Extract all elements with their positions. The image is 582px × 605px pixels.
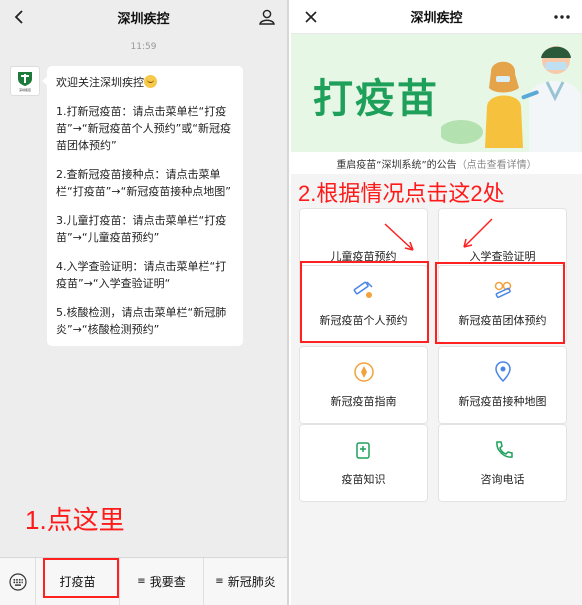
- notice-detail-link[interactable]: （点击查看详情）: [457, 156, 537, 171]
- vaccine-banner[interactable]: 打疫苗: [291, 34, 582, 152]
- highlight-box-group: [435, 262, 565, 344]
- menu-lines-icon: ≡: [215, 576, 224, 587]
- card-covid-map-label: 新冠疫苗接种地图: [458, 395, 547, 408]
- close-icon[interactable]: [301, 7, 321, 27]
- notice-text: 重启疫苗“深圳系统”的公告: [336, 159, 457, 171]
- menu-item-covid-label: 新冠肺炎: [227, 575, 276, 589]
- keyboard-toggle[interactable]: [0, 557, 36, 605]
- annotation-arrow-right: [463, 218, 493, 248]
- menu-lines-icon: ≡: [137, 576, 146, 587]
- profile-icon[interactable]: [257, 7, 277, 27]
- highlight-box-menu: [43, 558, 119, 598]
- more-icon[interactable]: [552, 7, 572, 27]
- notice-bar[interactable]: 重启疫苗“深圳系统”的公告 （点击查看详情）: [291, 152, 582, 174]
- chat-title: 深圳疾控: [117, 11, 170, 27]
- card-covid-guide-label: 新冠疫苗指南: [330, 395, 397, 408]
- message-para-5: 5.核酸检测，请点击菜单栏“新冠肺炎”→“核酸检测预约”: [56, 306, 227, 336]
- card-consult-phone-label: 咨询电话: [480, 473, 525, 486]
- smile-emoji-icon: [144, 75, 157, 88]
- message-para-2: 2.查新冠疫苗接种点：请点击菜单栏“打疫苗”→“新冠疫苗接种点地图”: [56, 168, 232, 198]
- card-covid-map[interactable]: 新冠疫苗接种地图: [438, 346, 567, 424]
- message-para-1: 1.打新冠疫苗：请点击菜单栏“打疫苗”→“新冠疫苗个人预约”或“新冠疫苗团体预约…: [56, 105, 232, 152]
- avatar-label: 深圳疾控: [18, 87, 31, 92]
- message-bubble: 欢迎关注深圳疾控 1.打新冠疫苗：请点击菜单栏“打疫苗”→“新冠疫苗个人预约”或…: [42, 66, 243, 346]
- menu-item-query[interactable]: ≡ 我要查: [120, 557, 204, 605]
- card-covid-guide[interactable]: 新冠疫苗指南: [299, 346, 428, 424]
- card-consult-phone[interactable]: 咨询电话: [438, 424, 567, 502]
- annotation-step-2: 2.根据情况点击这2处: [298, 181, 505, 206]
- card-vaccine-knowledge[interactable]: 疫苗知识: [299, 424, 428, 502]
- phone-icon: [495, 441, 513, 458]
- chat-header: 深圳疾控: [0, 0, 287, 34]
- message-para-4: 4.入学查验证明：请点击菜单栏“打疫苗”→“入学查验证明“: [56, 260, 227, 290]
- doctor-child-illustration-icon: [441, 46, 581, 152]
- cdc-logo-icon: [18, 71, 32, 86]
- banner-title: 打疫苗: [313, 76, 439, 122]
- highlight-box-personal: [300, 261, 429, 343]
- webview-pane: 深圳疾控 打疫苗 重启疫苗“深圳系统”的公告 （点击查看详情） 儿童疫苗预约 入…: [291, 0, 582, 605]
- webview-title: 深圳疾控: [410, 11, 463, 26]
- vaccine-vial-icon: [355, 442, 370, 459]
- avatar[interactable]: 深圳疾控: [10, 66, 40, 96]
- back-arrow-icon[interactable]: [10, 7, 30, 27]
- keyboard-icon: [8, 572, 27, 591]
- message-para-3: 3.儿童打疫苗：请点击菜单栏“打疫苗”→“儿童疫苗预约”: [56, 214, 227, 244]
- menu-item-query-label: 我要查: [149, 575, 186, 589]
- compass-icon: [353, 362, 374, 382]
- annotation-arrow-left: [384, 223, 414, 251]
- chat-pane: 深圳疾控 11:59 深圳疾控 欢迎关注深圳疾控 1.打新冠疫苗：请点击菜单栏“…: [0, 0, 289, 605]
- card-vaccine-knowledge-label: 疫苗知识: [341, 473, 386, 486]
- menu-item-covid[interactable]: ≡ 新冠肺炎: [204, 558, 287, 605]
- annotation-step-1: 1.点这里: [25, 505, 125, 535]
- map-pin-icon: [494, 361, 511, 383]
- message-greeting: 欢迎关注深圳疾控: [56, 76, 144, 89]
- webview-header: 深圳疾控: [291, 0, 582, 34]
- message-time: 11:59: [130, 42, 157, 52]
- message-greeting-line: 欢迎关注深圳疾控: [56, 74, 234, 91]
